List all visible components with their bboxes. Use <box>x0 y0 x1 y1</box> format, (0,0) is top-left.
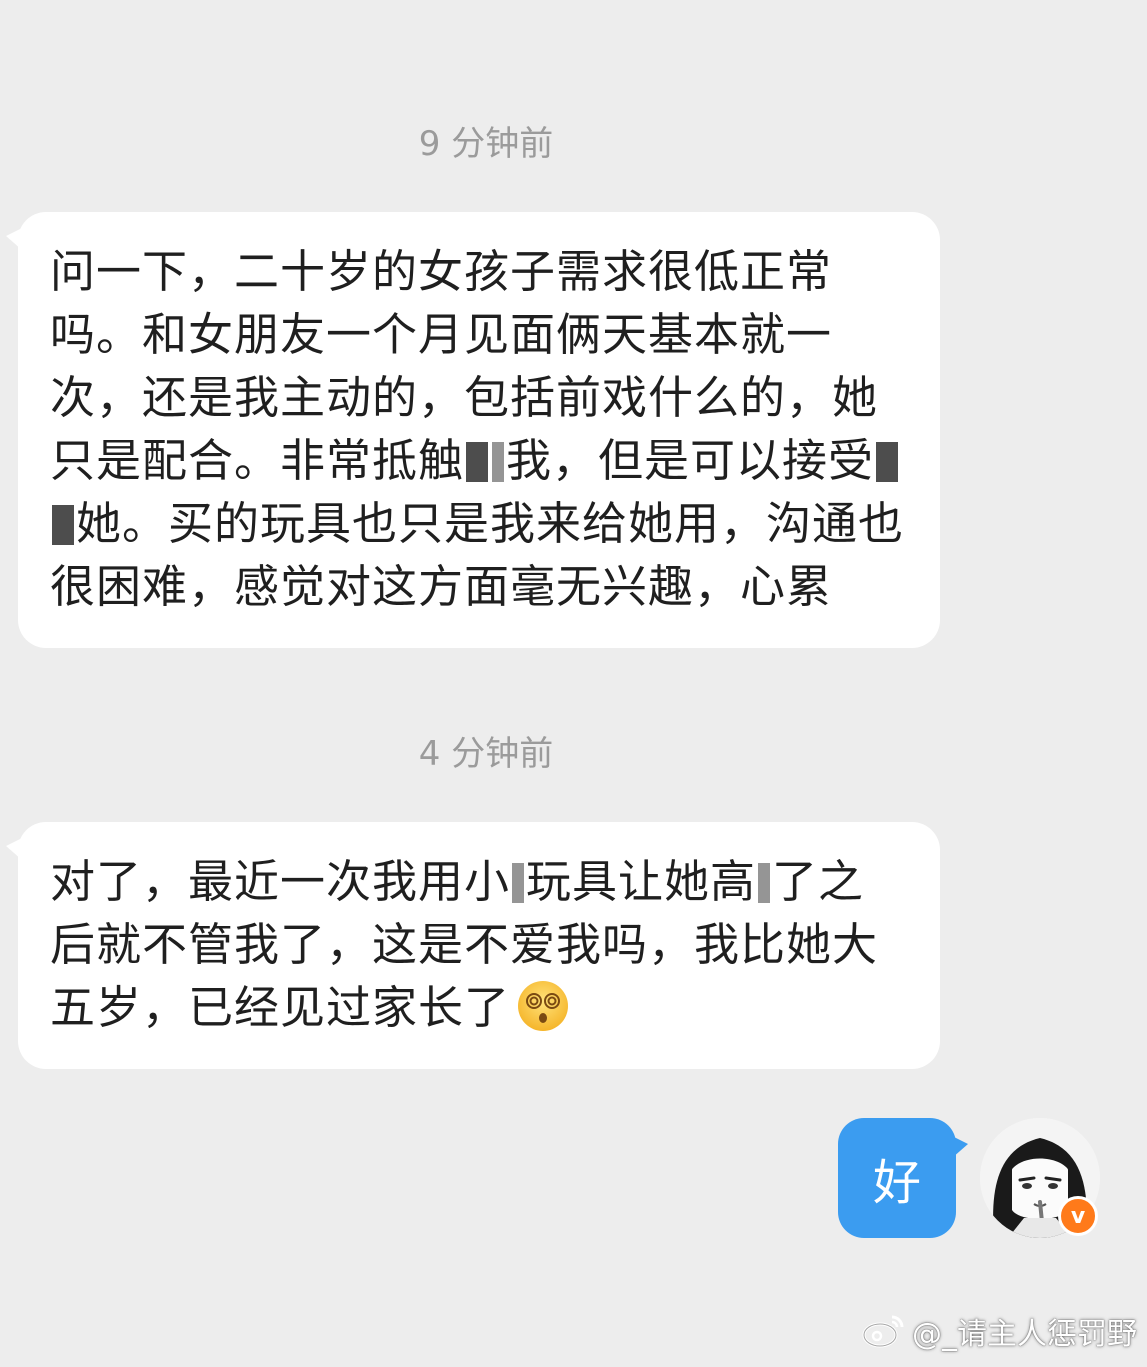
verified-badge-label: v <box>1070 1203 1086 1229</box>
message-text: 问一下，二十岁的女孩子需求很低正常吗。和女朋友一个月见面俩天基本就一次，还是我主… <box>50 240 906 618</box>
watermark-text: @_请主人惩罚野 <box>912 1317 1137 1352</box>
outgoing-message-bubble[interactable]: 好 <box>838 1118 968 1238</box>
watermark: @_请主人惩罚野 <box>862 1309 1137 1353</box>
message-text-segment: 对了，最近一次我用小 <box>50 855 511 908</box>
message-timestamp: 9 分钟前 <box>418 124 554 164</box>
message-text: 对了，最近一次我用小 玩具让她高 了之后就不管我了，这是不爱我吗，我比她大五岁，已经… <box>50 850 906 1039</box>
message-text-segment: 她。买的玩具也只是我来给她用，沟通也很困难，感觉对这方面毫无兴趣，心累 <box>50 497 905 613</box>
redaction-mark <box>466 442 489 482</box>
dizzy-face-emoji <box>518 981 569 1031</box>
incoming-message-bubble[interactable]: 对了，最近一次我用小 玩具让她高 了之后就不管我了，这是不爱我吗，我比她大五岁，已经… <box>6 822 940 1069</box>
redaction-mark <box>512 863 525 903</box>
redaction-mark <box>876 442 899 482</box>
verified-badge: v <box>1058 1196 1098 1236</box>
message-timestamp: 4 分钟前 <box>418 734 554 774</box>
message-text-segment: 我，但是可以接受 <box>506 434 875 487</box>
redaction-mark <box>52 505 74 545</box>
redaction-mark <box>758 863 771 903</box>
redaction-mark <box>492 442 505 482</box>
weibo-logo-icon <box>862 1315 904 1348</box>
reply-text: 好 <box>872 1155 921 1211</box>
incoming-message-bubble[interactable]: 问一下，二十岁的女孩子需求很低正常吗。和女朋友一个月见面俩天基本就一次，还是我主… <box>6 212 940 648</box>
message-text-segment: 玩具让她高 <box>526 855 757 908</box>
